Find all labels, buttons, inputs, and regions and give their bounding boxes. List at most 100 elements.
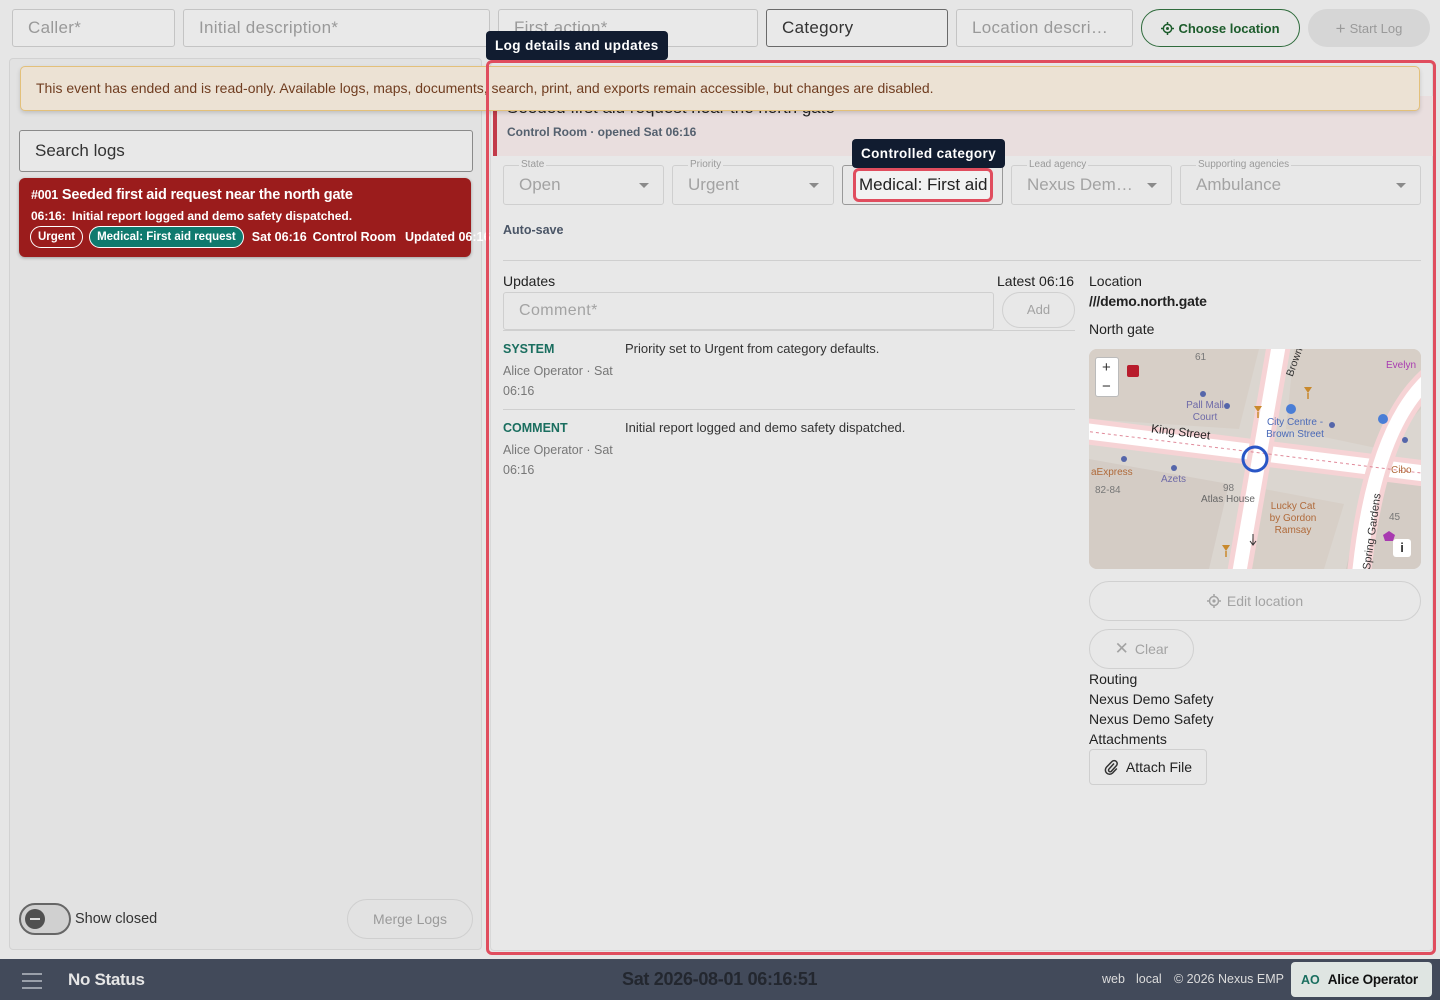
map-label: City Centre - Brown Street: [1266, 417, 1324, 440]
map-label: 45: [1389, 512, 1401, 523]
supporting-agencies-value: Ambulance: [1196, 175, 1282, 194]
update-type: COMMENT: [503, 421, 568, 435]
user-menu-button[interactable]: AO Alice Operator: [1291, 962, 1432, 997]
divider: [503, 409, 1075, 410]
clear-location-button[interactable]: ✕ Clear: [1089, 629, 1194, 669]
priority-chip: Urgent: [30, 226, 84, 248]
read-only-banner: This event has ended and is read-only. A…: [20, 66, 1420, 111]
add-comment-button[interactable]: Add: [1002, 292, 1075, 328]
edit-location-label: Edit location: [1226, 593, 1304, 609]
updates-heading: Updates: [503, 273, 556, 289]
choose-location-button[interactable]: Choose location: [1141, 9, 1300, 47]
state-select[interactable]: State Open: [503, 159, 664, 205]
copyright: © 2026 Nexus EMP: [1174, 972, 1284, 986]
merge-logs-button[interactable]: Merge Logs: [347, 899, 473, 939]
update-author: Alice Operator · Sat: [503, 443, 613, 457]
status-label: No Status: [68, 970, 145, 989]
clock: Sat 2026-08-01 06:16:51: [622, 969, 818, 989]
category-chip: Medical: First aid request: [89, 226, 244, 248]
env-label: local: [1136, 972, 1162, 986]
latest-update-time: Latest 06:16: [997, 273, 1075, 289]
close-icon: ✕: [1114, 639, 1129, 658]
controlled-category-tag: Controlled category: [852, 139, 1006, 168]
choose-location-label: Choose location: [1178, 20, 1280, 36]
what3words-address: ///demo.north.gate: [1089, 293, 1207, 309]
routing-heading: Routing: [1089, 671, 1138, 687]
chevron-down-icon: [809, 183, 819, 188]
show-closed-label: Show closed: [75, 911, 158, 927]
map-label: Lucky Cat by Gordon Ramsay: [1269, 501, 1317, 536]
start-log-label: Start Log: [1349, 20, 1403, 36]
priority-value: Urgent: [688, 175, 740, 194]
location-name: North gate: [1089, 321, 1155, 337]
comment-input[interactable]: Comment*: [503, 292, 994, 330]
avatar: AO: [1301, 972, 1320, 987]
log-number: #001: [31, 188, 59, 202]
paperclip-icon: [1104, 759, 1118, 775]
search-logs-input[interactable]: Search logs: [19, 130, 473, 172]
map-label: 61: [1195, 352, 1207, 363]
location-map[interactable]: + − King Street Brown Str Spring Gardens…: [1089, 349, 1421, 569]
map-label: 82-84: [1095, 485, 1121, 496]
log-room: Control Room: [312, 230, 396, 244]
category-value: Medical: First aid: [859, 175, 988, 194]
log-title: Seeded first aid request near the north …: [61, 187, 353, 203]
show-closed-toggle[interactable]: [19, 903, 71, 935]
edit-location-button[interactable]: Edit location: [1089, 581, 1421, 621]
divider: [503, 260, 1421, 261]
env-label: web: [1102, 972, 1125, 986]
map-label: Azets: [1161, 474, 1187, 485]
chevron-down-icon: [639, 183, 649, 188]
map-info-button[interactable]: i: [1393, 539, 1411, 557]
crosshair-icon: [1161, 21, 1175, 35]
initial-description-input[interactable]: Initial description*: [183, 9, 490, 47]
divider: [503, 330, 1075, 331]
start-log-button[interactable]: + Start Log: [1308, 9, 1430, 47]
crosshair-icon: [1206, 594, 1221, 608]
log-detail-subtitle: Control Room · opened Sat 06:16: [507, 125, 697, 139]
priority-select[interactable]: Priority Urgent: [672, 159, 834, 205]
update-message: Initial report logged and demo safety di…: [625, 420, 906, 435]
update-time: 06:16: [503, 384, 535, 398]
attach-file-button[interactable]: Attach File: [1089, 749, 1207, 785]
update-message: Priority set to Urgent from category def…: [625, 341, 880, 356]
log-time: 06:16:: [31, 209, 66, 223]
map-zoom-out-button[interactable]: −: [1102, 378, 1111, 395]
category-select[interactable]: Category: [766, 9, 948, 47]
chevron-down-icon: [1147, 183, 1157, 188]
update-type: SYSTEM: [503, 342, 555, 356]
log-details-tag: Log details and updates: [486, 31, 668, 60]
update-author: Alice Operator · Sat: [503, 364, 613, 378]
update-time: 06:16: [503, 463, 535, 477]
state-value: Open: [519, 175, 561, 194]
map-label: 98: [1223, 483, 1235, 494]
caller-input[interactable]: Caller*: [12, 9, 175, 47]
map-zoom-in-button[interactable]: +: [1102, 359, 1111, 376]
log-updated: Updated 06:16: [404, 230, 491, 244]
map-label: Atlas House: [1201, 494, 1255, 505]
menu-icon[interactable]: [22, 971, 42, 989]
map-label: aExpress: [1091, 467, 1133, 478]
location-description-input[interactable]: Location descripti…: [956, 9, 1133, 47]
autosave-label: Auto-save: [503, 223, 564, 237]
routing-agency: Nexus Demo Safety: [1089, 711, 1214, 727]
category-field[interactable]: Medical: First aid: [842, 165, 1003, 205]
clear-label: Clear: [1134, 641, 1169, 657]
plus-icon: +: [1335, 18, 1346, 38]
location-heading: Location: [1089, 273, 1142, 289]
status-bar: No Status Sat 2026-08-01 06:16:51 web lo…: [0, 959, 1440, 1000]
log-list-item[interactable]: #001 Seeded first aid request near the n…: [19, 178, 490, 257]
chevron-down-icon: [1396, 183, 1406, 188]
user-name: Alice Operator: [1327, 972, 1418, 987]
attachments-heading: Attachments: [1089, 731, 1167, 747]
log-summary: Initial report logged and demo safety di…: [72, 209, 353, 223]
supporting-agencies-select[interactable]: Supporting agencies Ambulance: [1180, 159, 1421, 205]
attach-file-label: Attach File: [1125, 759, 1193, 775]
map-label: Pall Mall Court: [1186, 400, 1224, 423]
map-label: Cibo: [1391, 465, 1412, 476]
lead-agency-select[interactable]: Lead agency Nexus Demo Safety: [1011, 159, 1172, 205]
routing-agency: Nexus Demo Safety: [1089, 691, 1214, 707]
map-label: Evelyn: [1386, 360, 1417, 371]
log-opened: Sat 06:16: [251, 230, 307, 244]
lead-agency-value: Nexus Demo Safety: [1027, 175, 1139, 194]
